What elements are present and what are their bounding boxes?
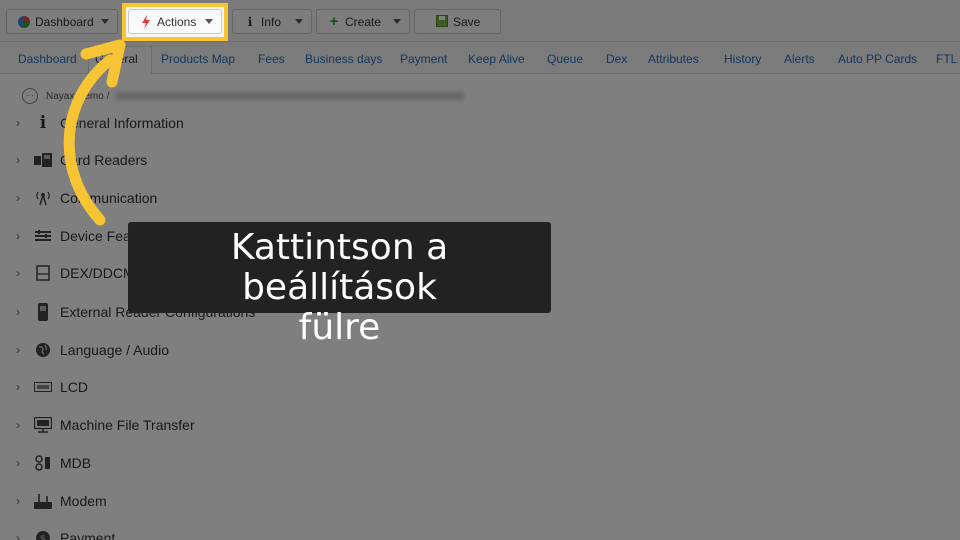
caption-line-1: Kattintson a beállítások: [230, 227, 449, 308]
highlight-frame: [122, 3, 228, 41]
tutorial-caption: Kattintson a beállítások fülre: [128, 222, 551, 348]
caption-line-2: fülre: [298, 307, 381, 348]
